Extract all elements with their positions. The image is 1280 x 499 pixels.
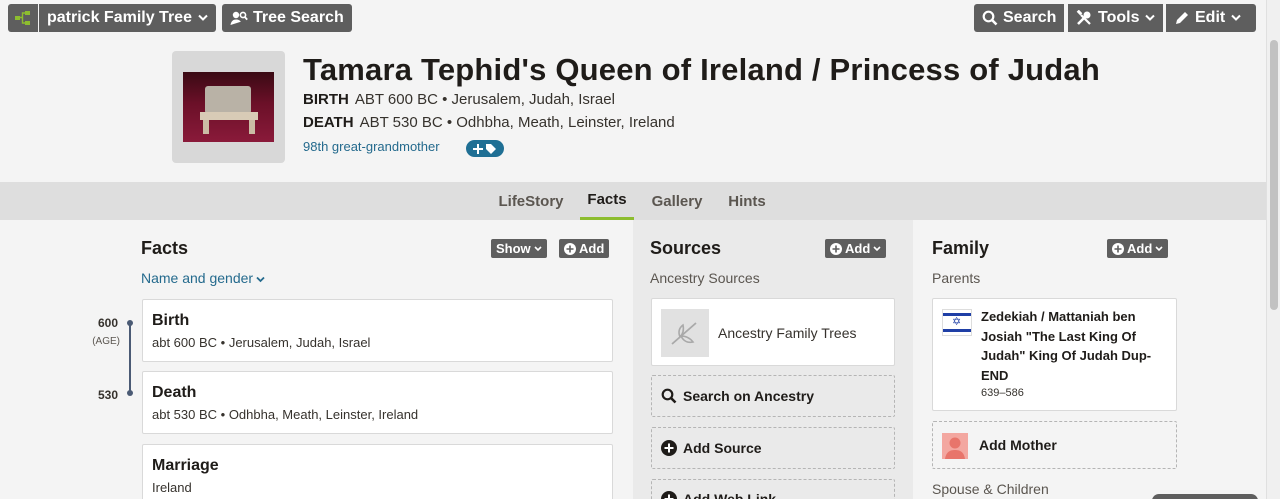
parent-card-father[interactable]: ✡ Zedekiah / Mattaniah ben Josiah "The L… xyxy=(932,298,1177,411)
search-icon xyxy=(661,388,677,404)
person-name: Tamara Tephid's Queen of Ireland / Princ… xyxy=(303,52,1100,87)
show-label: Show xyxy=(496,241,531,256)
tools-dropdown[interactable]: Tools xyxy=(1068,4,1164,32)
feedback-button[interactable] xyxy=(1152,494,1258,499)
timeline-dot xyxy=(127,390,133,396)
family-tree-label: patrick Family Tree xyxy=(47,9,192,26)
birth-summary: BIRTH ABT 600 BC • Jerusalem, Judah, Isra… xyxy=(303,91,615,108)
search-icon xyxy=(982,10,998,26)
chevron-down-icon xyxy=(198,14,208,21)
plus-circle-icon xyxy=(661,440,677,456)
death-summary: DEATH ABT 530 BC • Odhbha, Meath, Leinste… xyxy=(303,114,675,131)
source-card-ancestry-family-trees[interactable]: Ancestry Family Trees xyxy=(651,298,895,366)
sources-heading: Sources xyxy=(650,238,722,258)
add-mother-button[interactable]: Add Mother xyxy=(932,421,1177,469)
fact-title: Death xyxy=(152,384,197,401)
tab-hints[interactable]: Hints xyxy=(722,182,772,220)
add-label: Add xyxy=(579,241,605,256)
add-source-button[interactable]: Add Source xyxy=(651,427,895,469)
fact-card-birth[interactable]: Birth abt 600 BC • Jerusalem, Judah, Isr… xyxy=(142,299,613,362)
tree-search-button[interactable]: Tree Search xyxy=(222,4,352,32)
leaf-icon xyxy=(661,309,709,357)
sources-add-button[interactable]: Add xyxy=(825,239,887,258)
timeline-end-year: 530 xyxy=(97,388,118,402)
chevron-down-icon xyxy=(873,245,881,251)
fact-card-marriage[interactable]: Marriage Ireland xyxy=(142,444,613,499)
chevron-down-icon xyxy=(1231,14,1241,21)
edit-dropdown[interactable]: Edit xyxy=(1166,4,1256,32)
timeline-start-year: 600 xyxy=(97,316,118,330)
profile-photo-frame[interactable] xyxy=(172,51,285,163)
female-avatar-icon xyxy=(942,433,968,459)
add-tag-button[interactable] xyxy=(466,140,504,157)
tab-facts[interactable]: Facts xyxy=(580,182,634,220)
fact-detail: abt 600 BC • Jerusalem, Judah, Israel xyxy=(152,335,371,350)
pencil-icon xyxy=(1176,12,1188,24)
spouse-children-subheading: Spouse & Children xyxy=(932,481,1049,497)
tab-gallery[interactable]: Gallery xyxy=(646,182,708,220)
father-name: Zedekiah / Mattaniah ben Josiah "The Las… xyxy=(981,309,1152,383)
plus-circle-icon xyxy=(830,242,842,255)
search-button[interactable]: Search xyxy=(974,4,1065,32)
family-add-button[interactable]: Add xyxy=(1107,239,1169,258)
israel-flag-icon: ✡ xyxy=(942,309,972,336)
tools-label: Tools xyxy=(1098,9,1140,26)
facts-add-button[interactable]: Add xyxy=(559,239,610,258)
relationship-link[interactable]: 98th great-grandmother xyxy=(303,139,440,154)
death-value: ABT 530 BC • Odhbha, Meath, Leinster, Ir… xyxy=(359,114,675,131)
top-toolbar: patrick Family Tree Tree Search Search T… xyxy=(0,0,1280,40)
chevron-down-icon xyxy=(534,245,542,251)
tag-icon xyxy=(486,143,496,154)
birth-label: BIRTH xyxy=(303,91,349,108)
name-and-gender-label: Name and gender xyxy=(141,270,254,286)
search-on-ancestry-button[interactable]: Search on Ancestry xyxy=(651,375,895,417)
facts-heading: Facts xyxy=(141,238,189,258)
tools-icon xyxy=(1076,10,1091,25)
parents-subheading: Parents xyxy=(932,270,981,286)
birth-value: ABT 600 BC • Jerusalem, Judah, Israel xyxy=(354,91,615,108)
fact-detail: Ireland xyxy=(152,480,192,495)
plus-circle-icon xyxy=(1112,242,1124,255)
search-label: Search xyxy=(1003,9,1057,26)
chevron-down-icon xyxy=(1155,245,1163,251)
fact-title: Birth xyxy=(152,312,190,329)
profile-photo[interactable] xyxy=(183,72,274,142)
add-web-link-label: Add Web Link xyxy=(683,491,777,499)
plus-icon xyxy=(473,143,483,154)
add-web-link-button[interactable]: Add Web Link xyxy=(651,479,895,499)
source-card-label: Ancestry Family Trees xyxy=(718,325,857,341)
tree-icon xyxy=(15,11,30,25)
name-and-gender-link[interactable]: Name and gender xyxy=(141,270,265,286)
add-source-label: Add Source xyxy=(683,440,762,456)
death-label: DEATH xyxy=(303,114,354,131)
ancestry-sources-subheading: Ancestry Sources xyxy=(650,270,760,286)
timeline-dot xyxy=(127,320,133,326)
timeline-line xyxy=(129,322,131,395)
search-on-ancestry-label: Search on Ancestry xyxy=(683,388,814,404)
chevron-down-icon xyxy=(1145,14,1156,21)
timeline-age-label: (AGE) xyxy=(92,336,120,347)
add-mother-label: Add Mother xyxy=(979,437,1057,453)
add-label: Add xyxy=(845,241,871,256)
tree-search-label: Tree Search xyxy=(253,9,344,26)
scrollbar-thumb[interactable] xyxy=(1270,40,1278,310)
family-heading: Family xyxy=(932,238,990,258)
family-tree-dropdown[interactable]: patrick Family Tree xyxy=(39,4,216,32)
edit-label: Edit xyxy=(1195,9,1226,26)
person-search-icon xyxy=(230,11,248,25)
tab-lifestory[interactable]: LifeStory xyxy=(492,182,570,220)
profile-tabs: LifeStory Facts Gallery Hints xyxy=(0,182,1266,220)
fact-title: Marriage xyxy=(152,457,219,474)
add-label: Add xyxy=(1127,241,1153,256)
facts-show-button[interactable]: Show xyxy=(491,239,547,258)
plus-circle-icon xyxy=(564,242,576,255)
page-scrollbar[interactable] xyxy=(1266,0,1280,499)
fact-detail: abt 530 BC • Odhbha, Meath, Leinster, Ir… xyxy=(152,407,419,422)
father-dates: 639–586 xyxy=(981,387,1024,399)
fact-card-death[interactable]: Death abt 530 BC • Odhbha, Meath, Leinst… xyxy=(142,371,613,434)
tree-view-button[interactable] xyxy=(8,4,38,32)
chevron-down-icon xyxy=(256,276,265,283)
plus-circle-icon xyxy=(661,491,677,499)
